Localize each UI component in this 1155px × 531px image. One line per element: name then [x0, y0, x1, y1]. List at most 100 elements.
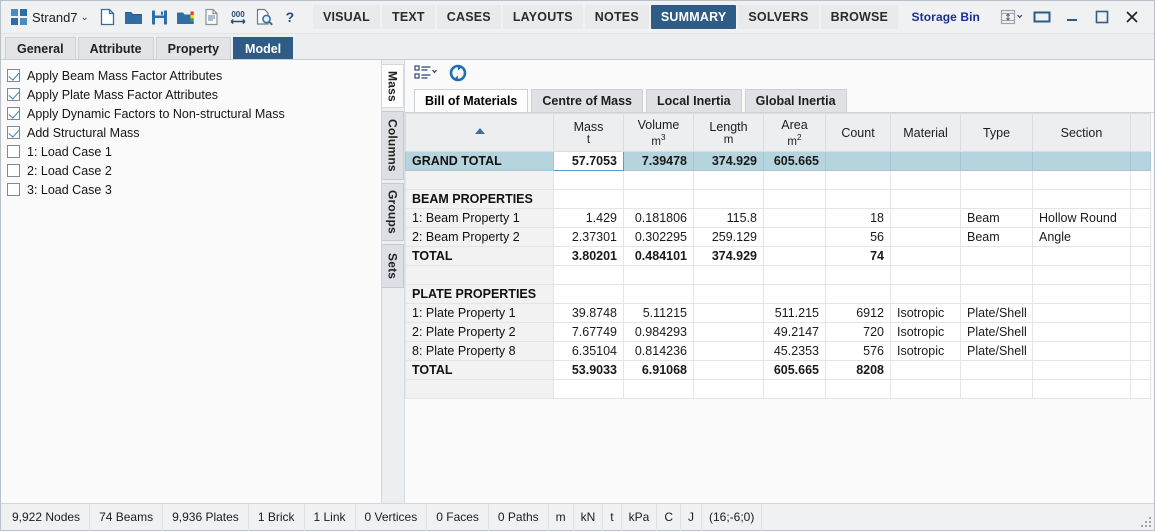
table-cell[interactable]: [825, 151, 891, 171]
table-cell[interactable]: 2: Plate Property 2: [405, 322, 554, 342]
table-cell[interactable]: [405, 170, 554, 190]
table-cell[interactable]: 576: [825, 341, 891, 361]
table-cell[interactable]: Beam: [960, 227, 1033, 247]
table-cell[interactable]: [890, 265, 961, 285]
table-cell[interactable]: 57.7053: [553, 151, 624, 171]
tab-property[interactable]: Property: [155, 37, 232, 59]
table-cell[interactable]: [623, 265, 694, 285]
table-cell[interactable]: 374.929: [693, 151, 764, 171]
table-cell[interactable]: Plate/Shell: [960, 303, 1033, 323]
scale-000-icon[interactable]: 000: [225, 5, 251, 30]
table-cell[interactable]: 6.91068: [623, 360, 694, 380]
chevron-down-icon[interactable]: ⌄: [81, 12, 89, 23]
tab-model[interactable]: Model: [233, 37, 294, 59]
column-header-name[interactable]: [405, 113, 554, 152]
table-cell[interactable]: 115.8: [693, 208, 764, 228]
table-cell[interactable]: 0.302295: [623, 227, 694, 247]
table-cell[interactable]: [825, 284, 891, 304]
table-cell[interactable]: [960, 379, 1033, 399]
table-cell[interactable]: [693, 303, 764, 323]
table-cell[interactable]: [890, 151, 961, 171]
option-row-add-structural-mass[interactable]: Add Structural Mass: [7, 123, 381, 142]
table-cell[interactable]: 53.9033: [553, 360, 624, 380]
table-cell[interactable]: [623, 284, 694, 304]
ribbon-tab-layouts[interactable]: LAYOUTS: [502, 5, 583, 29]
table-row[interactable]: TOTAL 3.80201 0.484101 374.929 74: [405, 246, 1151, 266]
table-cell[interactable]: [553, 284, 624, 304]
table-cell[interactable]: [405, 379, 554, 399]
table-cell[interactable]: [1032, 379, 1131, 399]
ribbon-tab-solvers[interactable]: SOLVERS: [738, 5, 819, 29]
table-cell[interactable]: 18: [825, 208, 891, 228]
vtab-columns[interactable]: Columns: [382, 111, 404, 180]
table-cell[interactable]: [825, 189, 891, 209]
table-cell[interactable]: 74: [825, 246, 891, 266]
table-cell[interactable]: Beam: [960, 208, 1033, 228]
help-icon[interactable]: ?: [277, 5, 303, 30]
option-row-plate-mass-factor[interactable]: Apply Plate Mass Factor Attributes: [7, 85, 381, 104]
report-icon[interactable]: [199, 5, 225, 30]
table-cell[interactable]: [890, 284, 961, 304]
table-cell[interactable]: [1032, 303, 1131, 323]
option-row-load-case-2[interactable]: 2: Load Case 2: [7, 161, 381, 180]
table-cell[interactable]: 374.929: [693, 246, 764, 266]
table-cell[interactable]: Hollow Round: [1032, 208, 1131, 228]
checkbox-dynamic-factors[interactable]: [7, 107, 20, 120]
table-cell[interactable]: 6912: [825, 303, 891, 323]
table-cell[interactable]: [825, 265, 891, 285]
table-cell[interactable]: 605.665: [763, 360, 826, 380]
table-cell[interactable]: [553, 379, 624, 399]
option-row-load-case-3[interactable]: 3: Load Case 3: [7, 180, 381, 199]
table-cell[interactable]: 1: Beam Property 1: [405, 208, 554, 228]
table-cell[interactable]: [693, 170, 764, 190]
table-cell[interactable]: 259.129: [693, 227, 764, 247]
table-row[interactable]: 8: Plate Property 8 6.35104 0.814236 45.235…: [405, 341, 1151, 361]
open-folder-icon[interactable]: [121, 5, 147, 30]
table-cell[interactable]: [763, 227, 826, 247]
table-cell[interactable]: 8208: [825, 360, 891, 380]
table-cell[interactable]: TOTAL: [405, 246, 554, 266]
ribbon-tab-browse[interactable]: BROWSE: [820, 5, 899, 29]
table-cell[interactable]: [693, 284, 764, 304]
table-row[interactable]: BEAM PROPERTIES: [405, 189, 1151, 209]
maximize-icon[interactable]: [1088, 5, 1116, 30]
table-cell[interactable]: [960, 265, 1033, 285]
table-cell[interactable]: [763, 265, 826, 285]
table-cell[interactable]: Isotropic: [890, 341, 961, 361]
table-cell[interactable]: 56: [825, 227, 891, 247]
table-cell[interactable]: [763, 208, 826, 228]
vtab-mass[interactable]: Mass: [382, 64, 404, 108]
data-tab-global-inertia[interactable]: Global Inertia: [744, 89, 847, 112]
table-cell[interactable]: [890, 246, 961, 266]
table-cell[interactable]: [960, 189, 1033, 209]
table-cell[interactable]: [693, 379, 764, 399]
checkbox-add-structural-mass[interactable]: [7, 126, 20, 139]
table-cell[interactable]: [890, 170, 961, 190]
table-cell[interactable]: Isotropic: [890, 322, 961, 342]
table-cell[interactable]: [1032, 151, 1131, 171]
table-cell[interactable]: [960, 246, 1033, 266]
table-cell[interactable]: PLATE PROPERTIES: [405, 284, 554, 304]
table-cell[interactable]: 0.814236: [623, 341, 694, 361]
table-row[interactable]: [405, 379, 1151, 399]
option-row-dynamic-factors[interactable]: Apply Dynamic Factors to Non-structural …: [7, 104, 381, 123]
table-cell[interactable]: [693, 360, 764, 380]
table-cell[interactable]: [763, 379, 826, 399]
option-row-beam-mass-factor[interactable]: Apply Beam Mass Factor Attributes: [7, 66, 381, 85]
table-cell[interactable]: Plate/Shell: [960, 341, 1033, 361]
table-cell[interactable]: 0.181806: [623, 208, 694, 228]
table-cell[interactable]: [553, 170, 624, 190]
table-cell[interactable]: [890, 360, 961, 380]
storage-bin-label[interactable]: Storage Bin: [912, 10, 980, 24]
table-cell[interactable]: 511.215: [763, 303, 826, 323]
table-cell[interactable]: [623, 189, 694, 209]
bill-of-materials-table-wrap[interactable]: Mass t Volume m3 Length m Area m2 Count …: [405, 112, 1154, 503]
table-cell[interactable]: [1032, 246, 1131, 266]
table-row[interactable]: 2: Beam Property 2 2.37301 0.302295 259.129…: [405, 227, 1151, 247]
table-cell[interactable]: [553, 189, 624, 209]
table-cell[interactable]: [960, 360, 1033, 380]
table-cell[interactable]: [825, 170, 891, 190]
column-header-section[interactable]: Section: [1032, 113, 1131, 152]
tab-attribute[interactable]: Attribute: [77, 37, 154, 59]
ribbon-tab-visual[interactable]: VISUAL: [312, 5, 380, 29]
